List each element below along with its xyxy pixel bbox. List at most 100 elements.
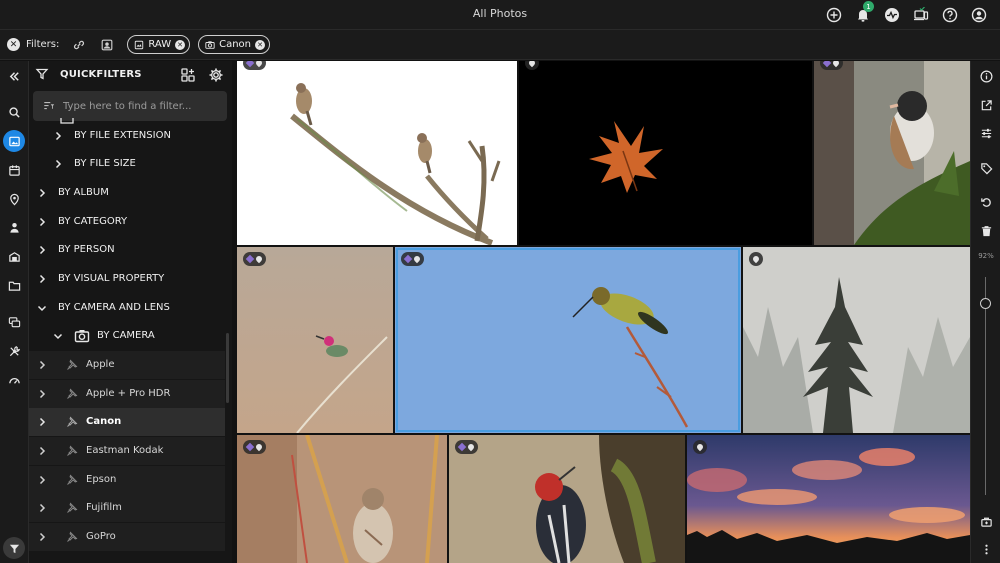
filter-icon xyxy=(9,544,19,553)
clear-filters-button[interactable]: ✕ xyxy=(7,38,20,51)
adjustments-button[interactable] xyxy=(978,125,994,141)
calendar-icon xyxy=(8,164,20,176)
search-nav-button[interactable] xyxy=(3,101,25,123)
quickfilters-toggle-button[interactable] xyxy=(3,537,25,559)
tree-item-by-person[interactable]: BY PERSON xyxy=(29,236,225,264)
photo-thumbnail-flickers[interactable] xyxy=(237,61,517,245)
image-filter-button[interactable] xyxy=(99,37,115,53)
tree-item-by-camera-and-lens[interactable]: BY CAMERA AND LENS xyxy=(29,294,225,322)
tree-item-by-visual-property[interactable]: BY VISUAL PROPERTY xyxy=(29,265,225,293)
camera-filter-apple[interactable]: Apple xyxy=(29,351,225,379)
open-external-button[interactable] xyxy=(978,97,994,113)
filter-chip-canon[interactable]: Canon ✕ xyxy=(198,35,270,54)
zoom-slider-handle[interactable] xyxy=(980,298,991,310)
filter-chip-raw[interactable]: RAW ✕ xyxy=(127,35,191,54)
pin-icon[interactable] xyxy=(66,359,78,371)
remove-filter-icon[interactable]: ✕ xyxy=(255,39,265,50)
rotate-button[interactable] xyxy=(978,194,994,210)
zoom-level-text: 92% xyxy=(978,252,994,260)
photo-thumbnail-foggy-forest[interactable] xyxy=(743,247,970,433)
camera-filter-epson[interactable]: Epson xyxy=(29,466,225,494)
add-button[interactable] xyxy=(823,4,845,26)
photos-nav-button[interactable] xyxy=(3,130,25,152)
camera-filter-canon[interactable]: Canon xyxy=(29,408,225,436)
tree-item-label: BY VISUAL PROPERTY xyxy=(58,273,165,284)
customize-filters-button[interactable] xyxy=(180,67,196,83)
info-button[interactable] xyxy=(978,68,994,84)
filter-icon xyxy=(35,68,49,80)
pin-icon[interactable] xyxy=(66,502,78,514)
people-nav-button[interactable] xyxy=(3,216,25,238)
link-icon xyxy=(74,40,85,49)
photo-thumbnail-sapsucker[interactable] xyxy=(449,435,685,563)
pin-icon[interactable] xyxy=(66,474,78,486)
folders-nav-button[interactable] xyxy=(3,274,25,296)
photo-thumbnail-sparrow-reeds[interactable] xyxy=(237,435,447,563)
tree-item-by-camera[interactable]: BY CAMERA xyxy=(29,322,225,350)
photo-image xyxy=(519,61,812,245)
share-button[interactable] xyxy=(978,513,994,529)
camera-filter-gopro[interactable]: GoPro xyxy=(29,523,225,551)
filter-search-input[interactable] xyxy=(63,100,213,112)
notifications-button[interactable]: 1 xyxy=(852,1,874,26)
location-pin-icon xyxy=(254,61,264,68)
remove-filter-icon[interactable]: ✕ xyxy=(175,39,186,50)
tags-button[interactable] xyxy=(978,160,994,176)
more-vertical-icon xyxy=(984,544,988,554)
briefcase-icon xyxy=(980,517,992,527)
account-button[interactable] xyxy=(968,4,990,26)
tree-item-by-album[interactable]: BY ALBUM xyxy=(29,179,225,207)
duplicates-nav-button[interactable] xyxy=(3,311,25,333)
chevron-right-icon xyxy=(55,159,62,169)
chevron-right-icon xyxy=(39,417,46,427)
devices-button[interactable] xyxy=(910,4,932,26)
tools-nav-button[interactable] xyxy=(3,340,25,362)
photo-thumbnail-leaf[interactable] xyxy=(519,61,812,245)
panel-scrollbar[interactable] xyxy=(226,333,229,403)
search-icon xyxy=(8,106,20,118)
photo-thumbnail-junco[interactable] xyxy=(814,61,970,245)
album-tag-icon xyxy=(822,61,832,68)
pin-icon[interactable] xyxy=(66,416,78,428)
tree-item-by-file-extension[interactable]: BY FILE EXTENSION xyxy=(29,122,225,150)
camera-filter-label: Canon xyxy=(86,416,122,427)
help-button[interactable] xyxy=(939,4,961,26)
dashboard-nav-button[interactable] xyxy=(3,369,25,391)
pin-icon[interactable] xyxy=(66,445,78,457)
location-pin-icon xyxy=(254,442,264,452)
pin-icon[interactable] xyxy=(66,388,78,400)
tree-item-label: BY CAMERA AND LENS xyxy=(58,302,170,313)
photo-badges xyxy=(820,61,843,70)
camera-filter-eastman-kodak[interactable]: Eastman Kodak xyxy=(29,437,225,465)
zoom-slider[interactable] xyxy=(985,277,986,495)
tree-item-by-file-size[interactable]: BY FILE SIZE xyxy=(29,150,225,178)
folder-icon xyxy=(8,281,20,291)
help-icon xyxy=(942,7,958,23)
tree-item-by-category[interactable]: BY CATEGORY xyxy=(29,208,225,236)
calendar-nav-button[interactable] xyxy=(3,159,25,181)
delete-button[interactable] xyxy=(978,223,994,239)
pin-icon[interactable] xyxy=(66,531,78,543)
photo-image xyxy=(395,247,741,433)
chevron-down-icon xyxy=(53,333,63,340)
collapse-sidebar-button[interactable] xyxy=(3,65,25,87)
image-icon xyxy=(8,136,20,146)
gauge-icon xyxy=(8,377,20,384)
photo-thumbnail-hummingbird-blue-sky[interactable] xyxy=(395,247,741,433)
places-nav-button[interactable] xyxy=(3,188,25,210)
sliders-icon xyxy=(981,128,991,138)
link-filter-button[interactable] xyxy=(71,37,87,53)
external-link-icon xyxy=(981,99,992,110)
more-options-button[interactable] xyxy=(978,541,994,557)
camera-filter-apple-pro-hdr[interactable]: Apple + Pro HDR xyxy=(29,380,225,408)
activity-button[interactable] xyxy=(881,4,903,26)
camera-filter-fujifilm[interactable]: Fujifilm xyxy=(29,494,225,522)
location-pin-icon xyxy=(831,61,841,68)
chevron-right-icon xyxy=(39,245,46,255)
settings-button[interactable] xyxy=(208,67,224,83)
photo-thumbnail-sunset[interactable] xyxy=(687,435,970,563)
library-nav-button[interactable] xyxy=(3,245,25,267)
photo-badges xyxy=(243,252,266,266)
photo-thumbnail-annas-hummingbird[interactable] xyxy=(237,247,393,433)
location-pin-icon xyxy=(254,254,264,264)
